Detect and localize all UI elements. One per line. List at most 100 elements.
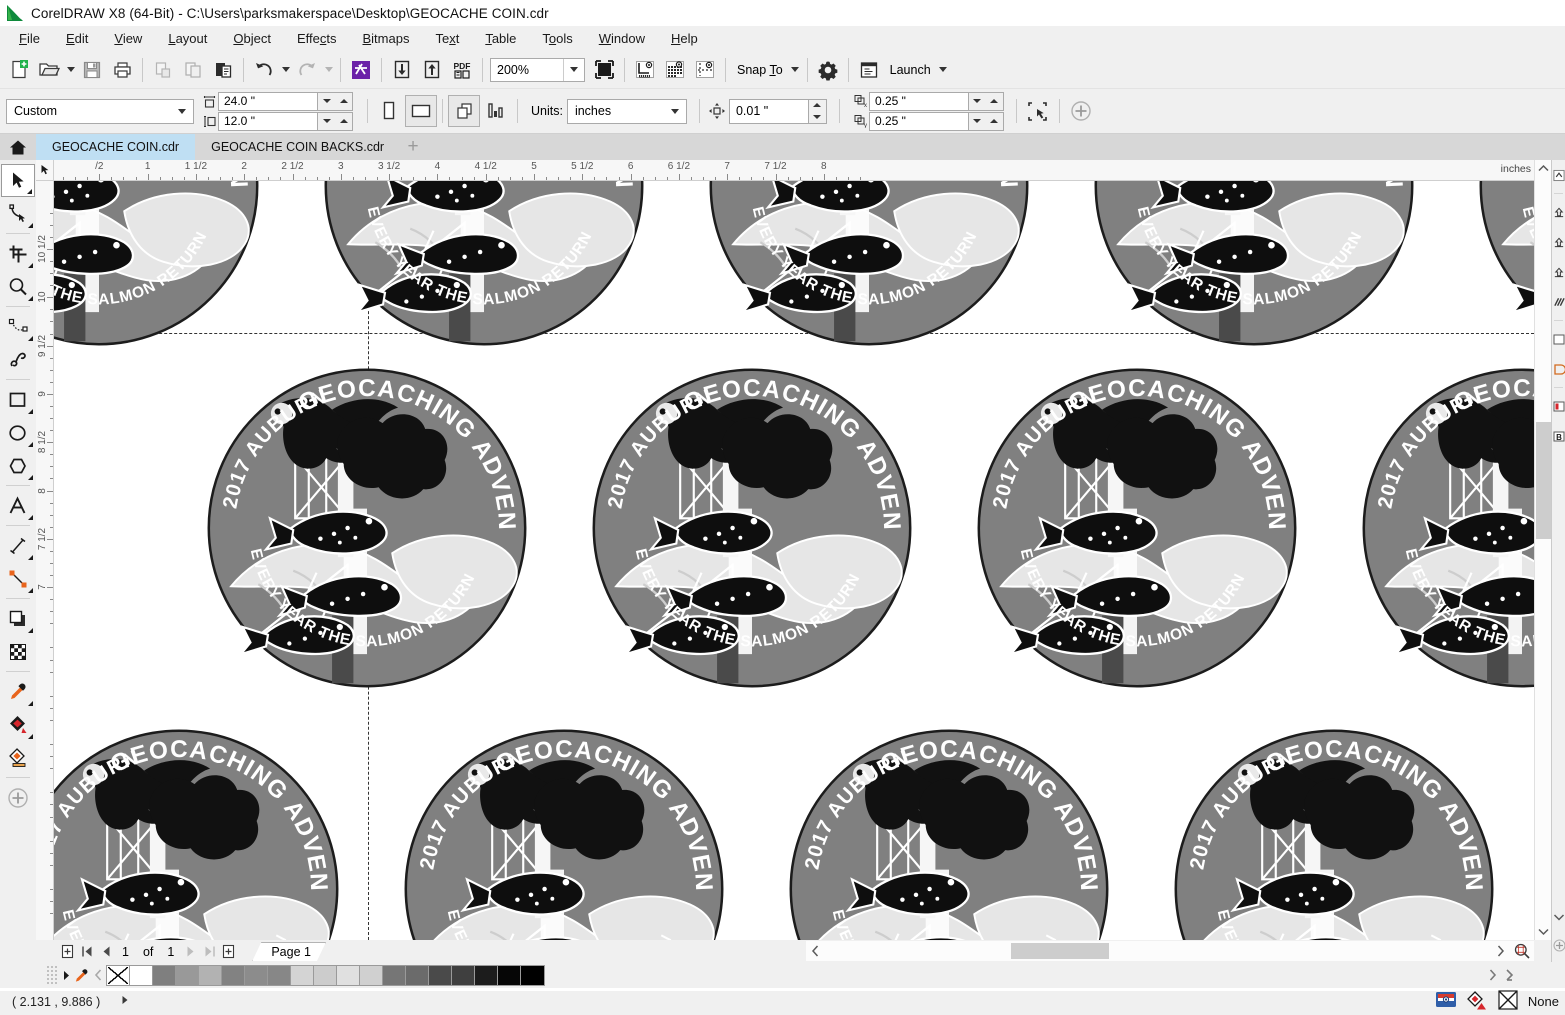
- color-swatch-strip[interactable]: [106, 964, 545, 986]
- polygon-tool[interactable]: [1, 449, 35, 482]
- drawing-scale-icon[interactable]: [1022, 95, 1054, 127]
- right-dockers-panel[interactable]: B: [1551, 160, 1565, 962]
- docker-add-icon[interactable]: [1552, 930, 1565, 960]
- color-swatch-gray-d4[interactable]: [291, 965, 314, 985]
- copy-icon[interactable]: [178, 55, 208, 85]
- units-select[interactable]: inches: [566, 98, 687, 124]
- units-dropdown-icon[interactable]: [664, 108, 686, 114]
- save-floppy-disk-icon[interactable]: [77, 55, 107, 85]
- nudge-up-icon[interactable]: [809, 100, 826, 112]
- coin-design-object[interactable]: [1357, 363, 1534, 693]
- menu-edit[interactable]: Edit: [53, 28, 101, 49]
- previous-page-icon[interactable]: [96, 942, 115, 961]
- horizontal-scroll-track[interactable]: [825, 941, 1491, 961]
- freehand-tool[interactable]: [1, 310, 35, 343]
- duplicate-x-up-icon[interactable]: [986, 93, 1003, 110]
- color-swatch-gray-4a[interactable]: [429, 965, 452, 985]
- coin-design-object[interactable]: [704, 181, 1034, 351]
- color-swatch-gray-6b[interactable]: [406, 965, 429, 985]
- zoom-dropdown-icon[interactable]: [563, 58, 584, 81]
- zoom-tool[interactable]: [1, 270, 35, 303]
- color-swatch-gray-1c[interactable]: [475, 965, 498, 985]
- horizontal-scrollbar[interactable]: [806, 941, 1534, 961]
- undo-arrow-icon[interactable]: [249, 55, 279, 85]
- scroll-down-icon[interactable]: [1535, 923, 1552, 940]
- interactive-fill-tool[interactable]: [1, 708, 35, 741]
- page-height-field[interactable]: 12.0 ": [218, 111, 318, 131]
- cut-icon[interactable]: [148, 55, 178, 85]
- docker-red-swatch-icon[interactable]: [1552, 391, 1565, 421]
- page-width-up-icon[interactable]: [335, 93, 352, 110]
- docker-field-icon[interactable]: [1552, 324, 1565, 354]
- menu-tools[interactable]: Tools: [529, 28, 585, 49]
- page-tab-page-1[interactable]: Page 1: [252, 942, 326, 961]
- shape-tool[interactable]: [1, 197, 35, 230]
- duplicate-y-up-icon[interactable]: [986, 113, 1003, 130]
- new-document-tab-icon[interactable]: +: [400, 134, 426, 160]
- snap-status-icon[interactable]: [1435, 991, 1457, 1012]
- page-height-spinner[interactable]: [318, 111, 353, 131]
- page-height-up-icon[interactable]: [335, 113, 352, 130]
- next-page-icon[interactable]: [181, 942, 200, 961]
- menu-window[interactable]: Window: [586, 28, 658, 49]
- palette-scroll-up-icon[interactable]: [58, 964, 74, 986]
- duplicate-x-down-icon[interactable]: [969, 93, 986, 110]
- color-swatch-gray-90[interactable]: [176, 965, 199, 985]
- paste-icon[interactable]: [208, 55, 238, 85]
- add-circle-icon[interactable]: [1065, 95, 1097, 127]
- color-swatch-white[interactable]: [130, 965, 153, 985]
- artistic-media-tool[interactable]: [1, 343, 35, 376]
- palette-scroll-right-icon[interactable]: [1484, 964, 1500, 986]
- menu-table[interactable]: Table: [472, 28, 529, 49]
- docker-hatch-icon[interactable]: [1552, 287, 1565, 317]
- add-page-before-icon[interactable]: [58, 942, 77, 961]
- coin-design-object[interactable]: [202, 363, 532, 693]
- color-swatch-gray-76[interactable]: [383, 965, 406, 985]
- fill-color-icon[interactable]: [1466, 990, 1488, 1013]
- first-page-icon[interactable]: [77, 942, 96, 961]
- duplicate-x-spinner[interactable]: [968, 91, 1004, 111]
- coin-design-object[interactable]: [784, 724, 1114, 940]
- undo-dropdown-icon[interactable]: [279, 55, 292, 85]
- page-width-spinner[interactable]: [318, 91, 353, 111]
- color-swatch-gray-85[interactable]: [245, 965, 268, 985]
- text-tool[interactable]: [1, 489, 35, 522]
- color-swatch-gray-3f[interactable]: [452, 965, 475, 985]
- open-folder-icon[interactable]: [34, 55, 64, 85]
- launch-window-icon[interactable]: [854, 55, 884, 85]
- options-gear-icon[interactable]: [813, 55, 843, 85]
- add-page-after-icon[interactable]: [219, 942, 238, 961]
- landscape-orientation-icon[interactable]: [405, 95, 437, 127]
- color-swatch-gray-80[interactable]: [153, 965, 176, 985]
- vertical-ruler[interactable]: 10 1/2 10 9 1/2 9 8 1/2 8 7 1/2 7: [36, 181, 54, 940]
- launch-button[interactable]: Launch: [884, 55, 937, 85]
- palette-expand-icon[interactable]: [1501, 964, 1517, 986]
- open-dropdown-icon[interactable]: [64, 55, 77, 85]
- scroll-right-icon[interactable]: [1491, 941, 1510, 961]
- color-eyedropper-tool[interactable]: [1, 675, 35, 708]
- color-swatch-gray-d0[interactable]: [360, 965, 383, 985]
- transparency-tool[interactable]: [1, 635, 35, 668]
- export-arrow-up-icon[interactable]: [417, 55, 447, 85]
- horizontal-ruler[interactable]: inches /2 1 1 1/2 2 2 1/2 3 3 1/2 4 4 1/2 5 5 1/2 6…: [54, 160, 1534, 181]
- color-swatch-black[interactable]: [521, 965, 544, 985]
- duplicate-y-spinner[interactable]: [968, 111, 1004, 131]
- docker-align-bottom-icon[interactable]: [1552, 257, 1565, 287]
- page-preset-select[interactable]: Custom: [6, 98, 194, 124]
- publish-to-pdf-icon[interactable]: PDF: [447, 55, 477, 85]
- menu-text[interactable]: Text: [422, 28, 472, 49]
- docker-bold-icon[interactable]: B: [1552, 421, 1565, 451]
- rectangle-tool[interactable]: [1, 383, 35, 416]
- color-swatch-black-0[interactable]: [498, 965, 521, 985]
- scroll-left-icon[interactable]: [806, 941, 825, 961]
- redo-dropdown-icon[interactable]: [322, 55, 335, 85]
- page-width-field[interactable]: 24.0 ": [218, 91, 318, 111]
- pick-tool[interactable]: [1, 164, 35, 197]
- menu-bitmaps[interactable]: Bitmaps: [349, 28, 422, 49]
- status-expand-icon[interactable]: [120, 994, 130, 1009]
- menu-help[interactable]: Help: [658, 28, 711, 49]
- coin-design-object[interactable]: [972, 363, 1302, 693]
- docker-align-middle-icon[interactable]: [1552, 227, 1565, 257]
- drop-shadow-tool[interactable]: [1, 602, 35, 635]
- duplicate-y-down-icon[interactable]: [969, 113, 986, 130]
